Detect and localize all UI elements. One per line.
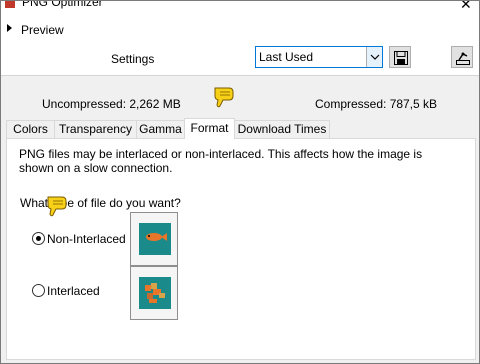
non-interlaced-label[interactable]: Non-Interlaced	[47, 232, 126, 246]
interlaced-radio[interactable]	[32, 284, 45, 297]
dropdown-chevron-icon[interactable]	[366, 47, 382, 67]
title-bar: PNG Optimizer ✕	[1, 1, 479, 13]
settings-toolbar: Settings Last Used	[1, 43, 479, 73]
close-icon[interactable]: ✕	[460, 1, 472, 13]
window-title: PNG Optimizer	[22, 1, 103, 9]
format-description: PNG files may be interlaced or non-inter…	[19, 147, 423, 175]
tab-gamma[interactable]: Gamma	[136, 120, 185, 138]
tab-label[interactable]: Colors	[13, 122, 48, 136]
preset-select-value[interactable]: Last Used	[259, 50, 313, 64]
compressed-size: Compressed: 787,5 kB	[315, 97, 438, 111]
save-icon	[394, 51, 408, 65]
tab-label[interactable]: Gamma	[139, 122, 182, 136]
preset-select[interactable]: Last Used	[255, 46, 383, 68]
manage-presets-icon	[456, 52, 470, 65]
tab-label[interactable]: Download Times	[238, 122, 327, 136]
save-preset-button[interactable]	[389, 46, 411, 68]
settings-label: Settings	[111, 52, 155, 66]
expand-arrow-icon[interactable]	[7, 24, 12, 32]
non-interlaced-preview-image	[139, 223, 171, 255]
png-optimizer-window: PNG Optimizer ✕ Preview Settings Last Us…	[0, 0, 480, 364]
interlaced-preview	[130, 266, 178, 320]
interlaced-preview-image	[139, 277, 171, 309]
tab-transparency[interactable]: Transparency	[54, 120, 137, 138]
preview-label[interactable]: Preview	[21, 23, 64, 37]
non-interlaced-radio[interactable]	[32, 232, 45, 245]
tab-format[interactable]: Format	[184, 118, 235, 139]
tab-label[interactable]: Format	[190, 121, 228, 135]
manage-presets-button[interactable]	[451, 46, 473, 68]
hand-pointer-icon	[47, 196, 67, 217]
hand-pointer-icon	[214, 87, 234, 108]
tab-label[interactable]: Transparency	[59, 122, 132, 136]
tab-download-times[interactable]: Download Times	[234, 120, 330, 138]
non-interlaced-preview	[130, 212, 178, 266]
app-icon	[5, 1, 15, 8]
uncompressed-size: Uncompressed: 2,262 MB	[42, 97, 181, 111]
interlaced-label[interactable]: Interlaced	[47, 284, 100, 298]
tab-colors[interactable]: Colors	[6, 120, 55, 138]
